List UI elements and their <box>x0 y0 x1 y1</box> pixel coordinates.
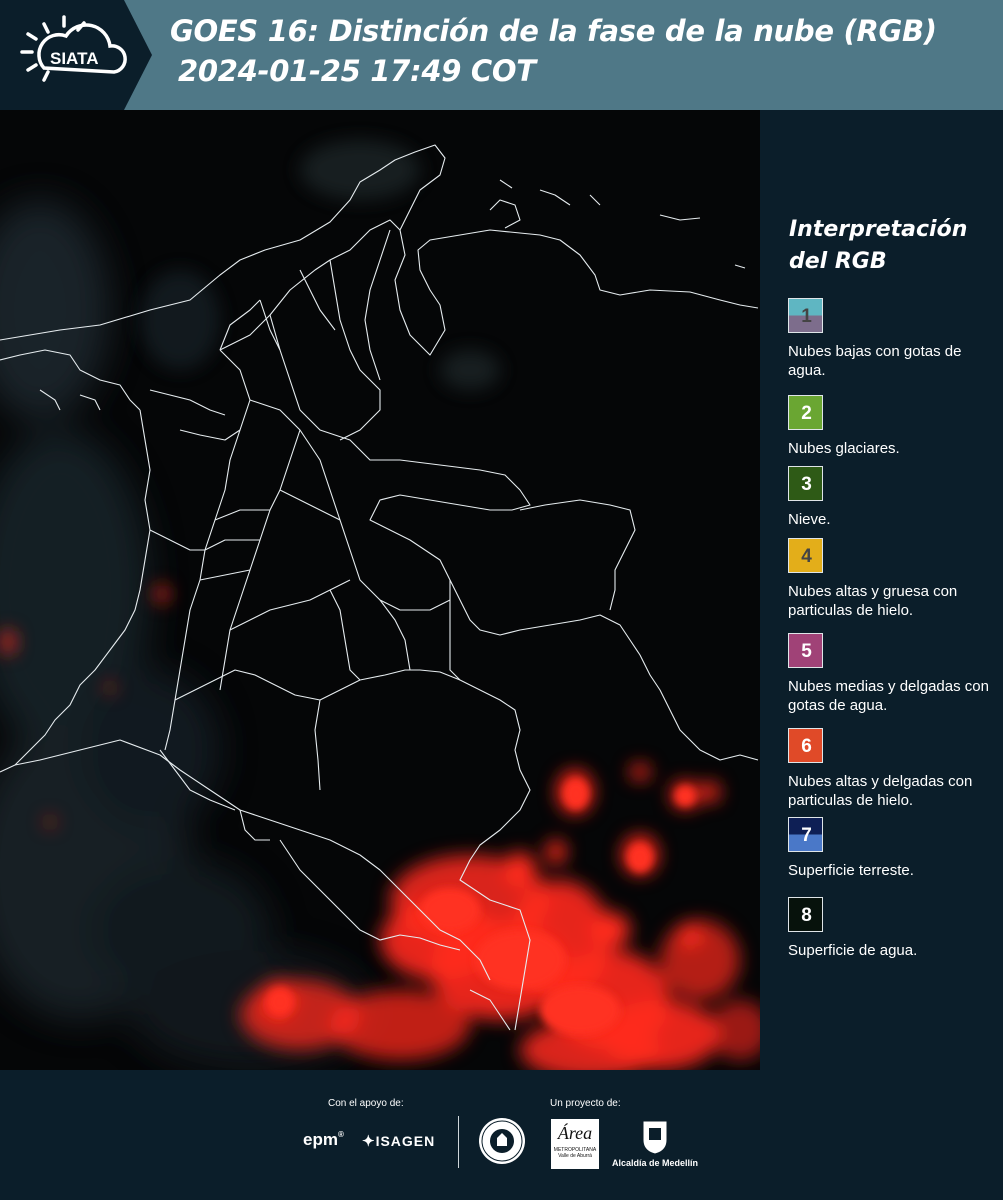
legend-panel: Interpretación del RGB 1 Nubes bajas con … <box>760 110 1003 1070</box>
page-title: GOES 16: Distinción de la fase de la nub… <box>170 14 937 48</box>
map-canvas <box>0 140 760 1070</box>
logo-panel: SIATA <box>0 0 152 110</box>
area-metropolitana-logo: Área METROPOLITANA Valle de Aburrá <box>551 1119 599 1169</box>
alcaldia-shield-icon <box>642 1120 668 1155</box>
footer: Con el apoyo de: Un proyecto de: epm® ✦I… <box>0 1070 1003 1200</box>
isagen-icon: ✦ <box>362 1133 376 1150</box>
legend-swatch: 3 <box>788 466 823 501</box>
siata-logo: SIATA <box>20 15 127 82</box>
legend-swatch-number: 5 <box>801 641 812 662</box>
footer-divider <box>458 1116 459 1168</box>
legend-label: Nubes altas y gruesa con particulas de h… <box>788 583 958 619</box>
project-label: Un proyecto de: <box>550 1098 621 1109</box>
legend-label: Superficie terreste. <box>788 862 914 879</box>
sierra-cloud-texture <box>140 140 500 390</box>
epm-text: epm <box>303 1130 338 1149</box>
area-logo-sub2: Valle de Aburrá <box>558 1153 592 1159</box>
legend-swatch-number: 1 <box>801 306 812 327</box>
satellite-map <box>0 110 760 1070</box>
legend-label: Nubes bajas con gotas de agua. <box>788 343 962 379</box>
legend-swatch: 1 <box>788 298 823 333</box>
header-bar: SIATA GOES 16: Distinción de la fase de … <box>0 0 1003 110</box>
siata-logo-text: SIATA <box>50 49 98 68</box>
legend-label: Nubes glaciares. <box>788 440 900 457</box>
legend-swatch-number: 7 <box>801 825 812 846</box>
isagen-logo: ✦ISAGEN <box>362 1132 435 1150</box>
legend-swatch: 2 <box>788 395 823 430</box>
legend-swatch: 8 <box>788 897 823 932</box>
legend-label: Nubes altas y delgadas con particulas de… <box>788 773 973 809</box>
legend-swatch-number: 6 <box>801 736 812 757</box>
legend-label: Nubes medias y delgadas con gotas de agu… <box>788 678 989 714</box>
alcaldia-label: Alcaldía de Medellín <box>612 1158 699 1168</box>
legend-swatch-number: 3 <box>801 474 812 495</box>
legend-swatch: 5 <box>788 633 823 668</box>
support-label: Con el apoyo de: <box>328 1098 404 1109</box>
legend-label: Superficie de agua. <box>788 942 918 959</box>
legend-swatch-number: 2 <box>801 403 812 424</box>
legend-label: Nieve. <box>788 511 831 528</box>
isagen-text: ISAGEN <box>375 1133 436 1149</box>
legend-swatch: 4 <box>788 538 823 573</box>
legend-swatch: 6 <box>788 728 823 763</box>
legend-swatch-number: 4 <box>801 546 812 567</box>
university-seal-logo <box>479 1118 525 1164</box>
page-timestamp: 2024-01-25 17:49 COT <box>178 54 536 88</box>
epm-logo: epm® <box>303 1130 344 1149</box>
legend-title: Interpretación del RGB <box>789 217 968 274</box>
legend-swatch-number: 8 <box>801 905 812 926</box>
area-logo-word: Área <box>557 1123 593 1143</box>
legend-swatch: 7 <box>788 817 823 852</box>
